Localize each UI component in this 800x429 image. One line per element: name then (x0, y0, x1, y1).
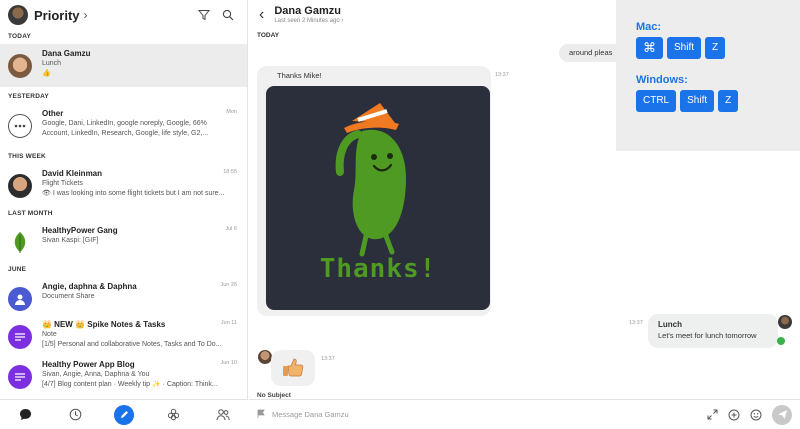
contact-avatar (8, 54, 32, 78)
section-last-month: LAST MONTH (8, 210, 53, 217)
conversation-row[interactable]: Dana Gamzu Lunch 👍 (0, 44, 247, 87)
chevron-right-icon: › (341, 17, 344, 24)
mac-keys: ⌘ Shift Z (636, 37, 800, 59)
message-time: 13:37 (495, 72, 509, 78)
conversation-subject: Sivan Kaspi: [GIF] (42, 237, 99, 244)
more-icon (8, 114, 32, 138)
conversation-name: Angie, daphna & Daphna (42, 282, 137, 291)
outgoing-lunch-message[interactable]: Lunch Let's meet for lunch tomorrow (648, 314, 778, 348)
gif-caption: Thanks! (319, 254, 437, 284)
list-title[interactable]: Priority (34, 8, 80, 23)
thumbs-up-icon (283, 358, 304, 377)
shortcut-overlay: Mac: ⌘ Shift Z Windows: CTRL Shift Z (616, 0, 800, 151)
conversation-preview: [4/7] Blog content plan · Weekly tip ✨ ·… (42, 381, 218, 388)
last-seen-text: Last seen 2 Minutes ago (274, 17, 340, 24)
search-icon[interactable] (219, 6, 237, 24)
back-arrow-icon[interactable]: ‹ (259, 7, 264, 23)
contact-avatar (258, 350, 272, 364)
flower-icon[interactable] (162, 404, 184, 426)
section-june: JUNE (8, 266, 27, 273)
contact-avatar (8, 174, 32, 198)
compose-bar (249, 399, 800, 429)
contacts-icon[interactable] (212, 404, 234, 426)
conversation-time: Jul 6 (225, 226, 237, 232)
thanks-gif[interactable]: Thanks! (266, 86, 490, 310)
conversation-preview: 👍 (42, 70, 51, 77)
read-receipt-icon (777, 337, 785, 345)
section-this-week: THIS WEEK (8, 153, 46, 160)
conversation-preview: [1/5] Personal and collaborative Notes, … (42, 341, 222, 348)
notes-icon (8, 365, 32, 389)
message-text: Thanks Mike! (277, 71, 322, 80)
notes-icon (8, 325, 32, 349)
compose-button[interactable] (114, 404, 134, 425)
conversation-row[interactable]: Angie, daphna & Daphna Document Share Ju… (0, 277, 247, 315)
conversation-row[interactable]: Healthy Power App Blog Sivan, Angie, Ann… (0, 355, 247, 395)
conversation-row[interactable]: HealthyPower Gang Sivan Kaspi: [GIF] Jul… (0, 221, 247, 261)
message-time: 13:37 (629, 320, 643, 326)
key-shift: Shift (680, 90, 715, 112)
day-separator: TODAY (257, 32, 280, 39)
message-text: around pleas (569, 48, 613, 57)
conversation-time: Jun 26 (220, 282, 237, 288)
list-header: Priority › (0, 0, 247, 30)
conversation-row[interactable]: 👑 NEW 👑 Spike Notes & Tasks Note [1/5] P… (0, 315, 247, 355)
leaf-icon (8, 231, 32, 255)
filter-icon[interactable] (195, 6, 213, 24)
conversation-subject: Note (42, 331, 57, 338)
thumbs-up-message[interactable] (271, 350, 315, 386)
conversation-time: Jun 10 (220, 360, 237, 366)
message-text: Let's meet for lunch tomorrow (658, 331, 757, 340)
conversation-list-pane: Priority › TODAY Dana Gamzu Lunch 👍 YEST… (0, 0, 248, 429)
conversation-row[interactable]: David Kleinman Flight Tickets 👁 I was lo… (0, 164, 247, 206)
conversation-time: Jun 11 (220, 320, 237, 326)
user-avatar (778, 315, 792, 329)
clock-icon[interactable] (64, 404, 86, 426)
key-ctrl: CTRL (636, 90, 677, 112)
chat-title[interactable]: Dana Gamzu (274, 5, 343, 17)
conversation-name: David Kleinman (42, 169, 103, 178)
windows-keys: CTRL Shift Z (636, 90, 800, 112)
bottom-tab-bar (0, 399, 248, 429)
send-button[interactable] (772, 404, 792, 425)
key-z: Z (718, 90, 739, 112)
key-shift: Shift (667, 37, 702, 59)
conversation-subject: Google, Dani, LinkedIn, google noreply, … (42, 120, 207, 127)
conversation-name: Other (42, 109, 64, 118)
subject-flag-icon[interactable] (257, 406, 266, 424)
chat-bubble-icon[interactable] (14, 404, 36, 426)
conversation-preview: Account, LinkedIn, Research, Google, lif… (42, 130, 209, 137)
conversation-subject: Flight Tickets (42, 180, 83, 187)
add-icon[interactable] (726, 407, 742, 423)
key-cmd: ⌘ (636, 37, 663, 59)
conversation-time: 18:55 (223, 169, 237, 175)
conversation-name: Dana Gamzu (42, 49, 91, 58)
conversation-preview: 👁 I was looking into some flight tickets… (42, 190, 225, 197)
message-time: 13:37 (321, 356, 335, 362)
send-icon (777, 410, 787, 419)
section-today: TODAY (8, 33, 32, 40)
mac-label: Mac: (636, 21, 662, 33)
conversation-name: HealthyPower Gang (42, 226, 118, 235)
windows-label: Windows: (636, 74, 688, 86)
conversation-name: 👑 NEW 👑 Spike Notes & Tasks (42, 320, 166, 329)
subject-label[interactable]: No Subject (257, 392, 291, 399)
emoji-icon[interactable] (748, 407, 764, 423)
conversation-name: Healthy Power App Blog (42, 360, 135, 369)
user-avatar[interactable] (8, 5, 28, 25)
conversation-row[interactable]: Other Google, Dani, LinkedIn, google nor… (0, 104, 247, 148)
conversation-subject: Document Share (42, 293, 95, 300)
conversation-time: Mon (226, 109, 237, 115)
conversation-subject: Sivan, Angie, Anna, Daphna & You (42, 371, 150, 378)
section-yesterday: YESTERDAY (8, 93, 49, 100)
conversation-subject: Lunch (42, 60, 62, 67)
chevron-right-icon[interactable]: › (84, 8, 88, 22)
group-icon (8, 287, 32, 311)
message-input[interactable] (272, 410, 698, 419)
chat-last-seen[interactable]: Last seen 2 Minutes ago › (274, 17, 343, 26)
lunch-subject: Lunch (658, 320, 682, 329)
key-z: Z (705, 37, 726, 59)
expand-icon[interactable] (704, 407, 720, 423)
